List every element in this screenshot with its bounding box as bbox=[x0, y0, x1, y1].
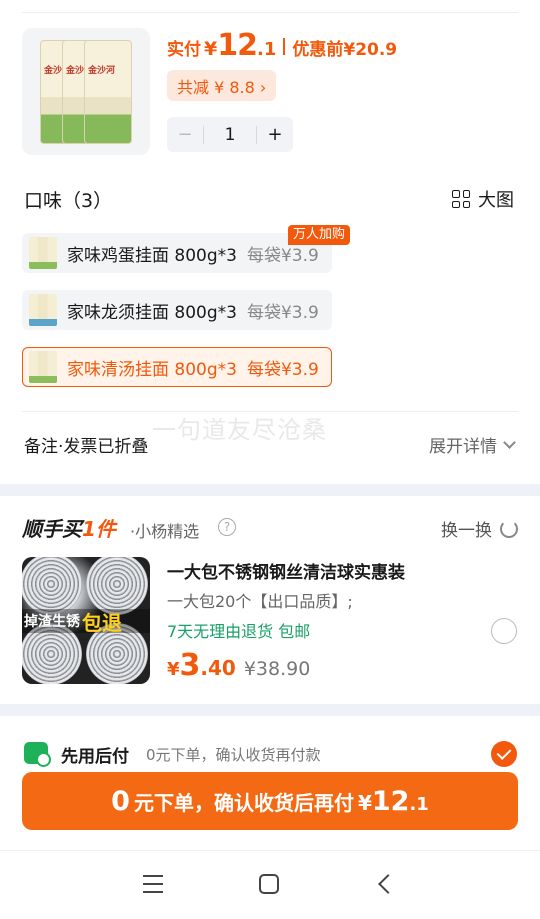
swap-label: 换一换 bbox=[441, 521, 492, 541]
chevron-down-icon bbox=[503, 435, 516, 449]
noodle-pack-image: 金沙河 bbox=[84, 40, 132, 144]
flavor-option-clear-soup[interactable]: 家味清汤挂面 800g*3 每袋¥3.9 bbox=[22, 347, 332, 387]
back-icon[interactable] bbox=[378, 874, 398, 894]
price-decimal: .1 bbox=[256, 39, 277, 60]
increase-button[interactable]: + bbox=[257, 124, 293, 145]
flavor-unit-price: 每袋¥3.9 bbox=[246, 359, 319, 380]
before-discount-price: ¥20.9 bbox=[343, 40, 398, 60]
flavor-thumb bbox=[29, 237, 57, 269]
shunshou-brand: 顺手买1件 bbox=[22, 517, 116, 541]
pay-later-subtitle: 0元下单，确认收货再付款 bbox=[146, 746, 321, 764]
flavor-thumb bbox=[29, 294, 57, 326]
notes-invoice-label: 备注·发票已折叠 bbox=[24, 437, 149, 457]
quantity-stepper: − 1 + bbox=[167, 117, 293, 152]
price-row: 实付 ¥ 12 .1 优惠前 ¥20.9 bbox=[167, 28, 397, 64]
flavor-thumb bbox=[29, 351, 57, 383]
pay-later-checkbox[interactable] bbox=[491, 741, 517, 767]
flavor-name: 家味清汤挂面 800g*3 bbox=[67, 359, 237, 380]
big-view-label: 大图 bbox=[478, 190, 514, 211]
pay-later-title: 先用后付 bbox=[61, 747, 129, 767]
flavor-name: 家味龙须挂面 800g*3 bbox=[67, 302, 237, 323]
product-image[interactable]: 金沙河 金沙河 金沙河 bbox=[22, 28, 150, 155]
discount-chip[interactable]: 共减 ¥ 8.8 › bbox=[167, 70, 277, 101]
curator-label: ·小杨精选 bbox=[130, 522, 200, 541]
flavor-unit-price: 每袋¥3.9 bbox=[246, 302, 319, 323]
currency-symbol: ¥ bbox=[204, 38, 218, 60]
add-on-description: 一大包20个【出口品质】; bbox=[167, 592, 353, 611]
add-on-product-image[interactable]: 掉渣生锈 包退 bbox=[22, 557, 150, 684]
refresh-icon bbox=[500, 519, 518, 538]
price-integer: 12 bbox=[217, 28, 258, 63]
help-icon[interactable]: ? bbox=[218, 518, 236, 536]
flavor-name: 家味鸡蛋挂面 800g*3 bbox=[67, 245, 237, 266]
add-on-card: 顺手买1件 ·小杨精选 ? 换一换 掉渣生锈 包退 一大包不锈钢钢丝清洁球实惠装… bbox=[0, 496, 540, 704]
image-overlay-tag: 掉渣生锈 包退 bbox=[22, 609, 150, 635]
swap-button[interactable]: 换一换 bbox=[441, 516, 518, 541]
before-discount-label: 优惠前 bbox=[292, 40, 344, 60]
price-label: 实付 bbox=[167, 40, 201, 60]
add-on-select-radio[interactable] bbox=[491, 618, 517, 644]
add-on-title[interactable]: 一大包不锈钢钢丝清洁球实惠装 bbox=[167, 558, 405, 583]
grid-view-icon bbox=[452, 190, 470, 208]
hot-badge: 万人加购 bbox=[288, 225, 351, 245]
menu-icon[interactable] bbox=[143, 875, 163, 893]
quantity-value[interactable]: 1 bbox=[204, 125, 256, 145]
product-sheet: 金沙河 金沙河 金沙河 实付 ¥ 12 .1 优惠前 ¥20.9 共减 ¥ 8.… bbox=[0, 0, 540, 484]
flavor-option-egg[interactable]: 家味鸡蛋挂面 800g*3 每袋¥3.9 bbox=[22, 233, 332, 273]
home-icon[interactable] bbox=[259, 874, 279, 894]
original-price: ¥38.90 bbox=[243, 658, 311, 680]
flavor-option-dragon-whisker[interactable]: 家味龙须挂面 800g*3 每袋¥3.9 bbox=[22, 290, 332, 330]
steel-ball-image bbox=[22, 557, 82, 615]
expand-details-label: 展开详情 bbox=[429, 437, 497, 457]
add-on-price: ¥ 3 .40 ¥38.90 bbox=[167, 648, 311, 683]
price-separator bbox=[283, 37, 286, 55]
decrease-button[interactable]: − bbox=[167, 124, 203, 145]
expand-details-button[interactable]: 展开详情 bbox=[429, 432, 516, 457]
wallet-icon bbox=[24, 742, 51, 767]
divider bbox=[22, 12, 518, 13]
return-policy: 7天无理由退货 包邮 bbox=[167, 622, 311, 641]
watermark: 一句道友尽沧桑 bbox=[152, 416, 327, 444]
submit-order-button[interactable]: 0 元下单，确认收货后再付 ¥ 12 .1 bbox=[22, 772, 518, 830]
system-nav-bar bbox=[0, 850, 540, 919]
big-view-toggle[interactable]: 大图 bbox=[452, 186, 514, 212]
flavor-title: 口味（3） bbox=[24, 190, 113, 212]
